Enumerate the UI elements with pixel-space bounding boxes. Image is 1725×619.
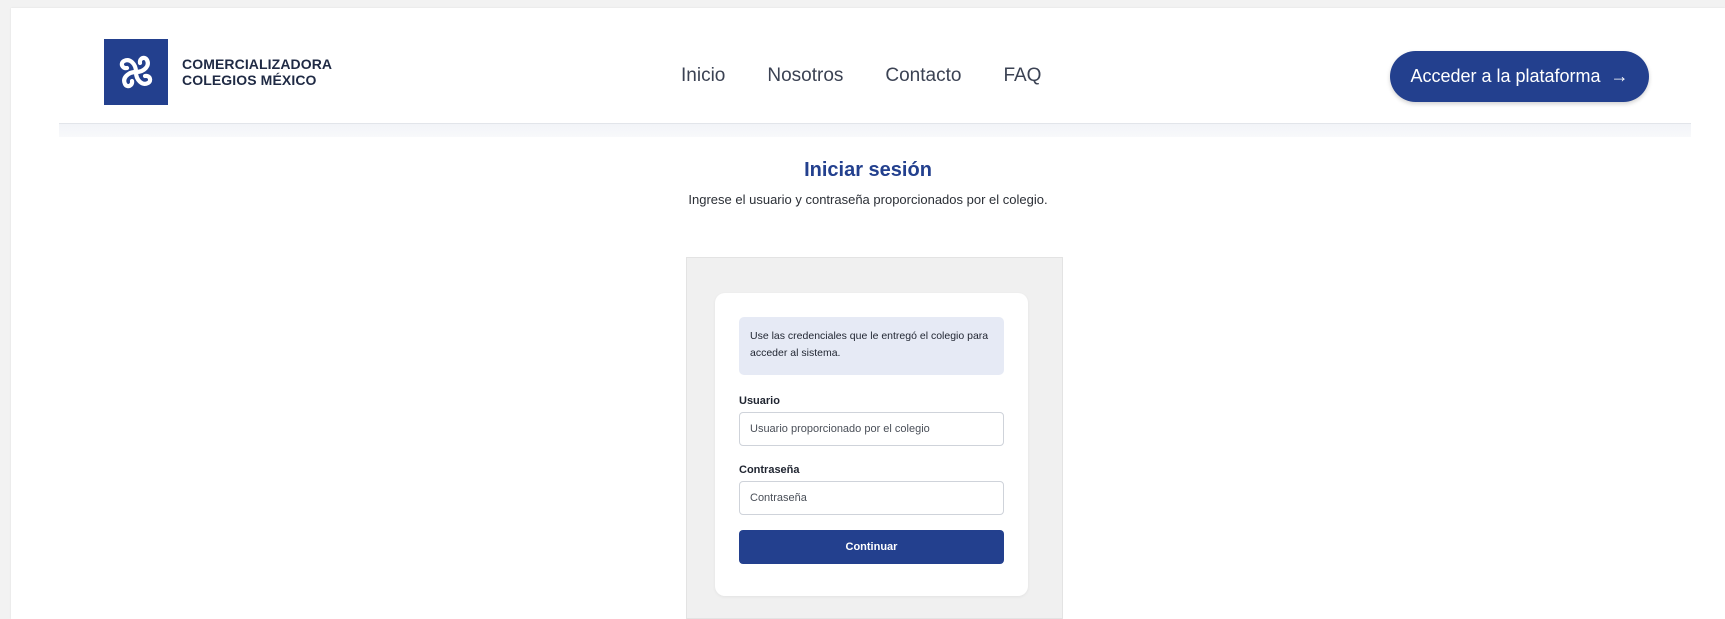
- page-subtitle: Ingrese el usuario y contraseña proporci…: [688, 192, 1048, 207]
- continue-button[interactable]: Continuar: [739, 530, 1004, 564]
- username-label: Usuario: [739, 395, 780, 407]
- nav-item-nosotros[interactable]: Nosotros: [767, 65, 843, 87]
- brand-name-line1: COMERCIALIZADORA: [182, 56, 333, 72]
- username-input[interactable]: [739, 412, 1004, 446]
- password-input[interactable]: [739, 481, 1004, 515]
- header-divider: [59, 124, 1691, 137]
- brand-name: COMERCIALIZADORA COLEGIOS MÉXICO: [182, 56, 332, 88]
- nav-item-inicio[interactable]: Inicio: [681, 65, 725, 87]
- nav-item-faq[interactable]: FAQ: [1003, 65, 1041, 87]
- page: COMERCIALIZADORA COLEGIOS MÉXICO Inicio …: [11, 8, 1725, 619]
- pinwheel-logo-icon: [104, 39, 168, 105]
- nav-item-contacto[interactable]: Contacto: [885, 65, 961, 87]
- arrow-right-icon: →: [1610, 66, 1629, 86]
- brand-name-line2: COLEGIOS MÉXICO: [182, 72, 317, 88]
- login-form: Use las credenciales que le entregó el c…: [715, 293, 1028, 596]
- brand-logo[interactable]: COMERCIALIZADORA COLEGIOS MÉXICO: [104, 39, 332, 105]
- access-platform-label: Acceder a la plataforma: [1410, 66, 1601, 86]
- credentials-info-box: Use las credenciales que le entregó el c…: [739, 317, 1004, 375]
- access-platform-button[interactable]: Acceder a la plataforma →: [1390, 51, 1649, 102]
- password-label: Contraseña: [739, 464, 800, 476]
- page-title: Iniciar sesión: [804, 159, 932, 181]
- main-nav: Inicio Nosotros Contacto FAQ: [681, 61, 1041, 91]
